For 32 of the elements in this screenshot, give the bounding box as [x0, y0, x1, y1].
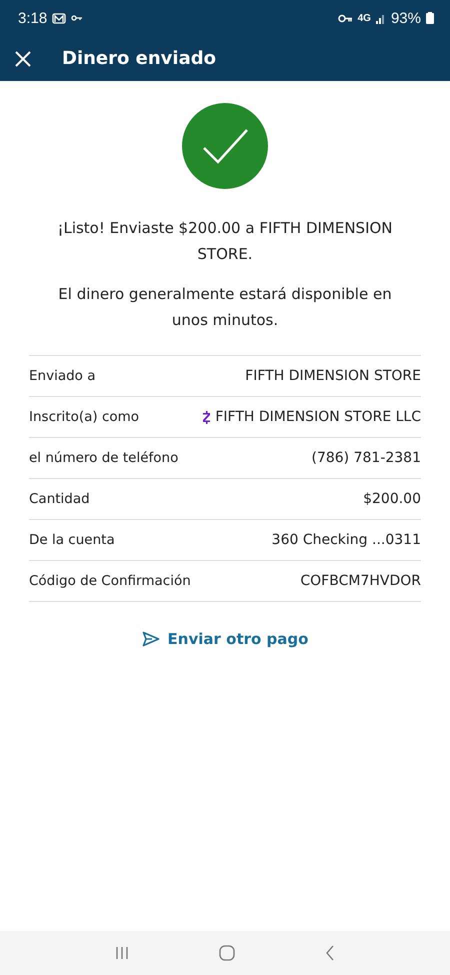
detail-label: el número de teléfono — [29, 450, 178, 466]
availability-note: El dinero generalmente estará disponible en unos minutos. — [57, 284, 393, 331]
back-icon[interactable] — [325, 945, 335, 961]
network-type: 4G — [358, 12, 371, 24]
mail-icon — [52, 12, 66, 24]
clock: 3:18 — [18, 10, 48, 26]
screen-title: Dinero enviado — [62, 48, 216, 69]
detail-label: De la cuenta — [29, 532, 115, 548]
home-icon[interactable] — [219, 945, 235, 961]
send-icon — [142, 631, 160, 647]
detail-value: COFBCM7HVDOR — [300, 573, 421, 589]
send-another-payment-link[interactable]: Enviar otro pago — [138, 626, 312, 652]
confirmation-message: ¡Listo! Enviaste $200.00 a FIFTH DIMENSION STORE. — [56, 218, 394, 265]
recent-apps-icon[interactable] — [115, 946, 129, 960]
success-check-icon — [182, 103, 268, 189]
detail-label: Código de Confirmación — [29, 573, 191, 589]
detail-value: FIFTH DIMENSION STORE LLC — [215, 409, 421, 425]
key-icon — [71, 14, 84, 22]
close-icon — [14, 50, 32, 68]
detail-value: 360 Checking ...0311 — [272, 532, 421, 548]
battery-level: 93% — [390, 10, 421, 26]
detail-value: FIFTH DIMENSION STORE — [245, 368, 421, 384]
detail-label: Inscrito(a) como — [29, 409, 140, 425]
key-icon — [338, 14, 353, 22]
close-button[interactable] — [14, 50, 32, 68]
battery-icon — [426, 12, 434, 24]
detail-value: $200.00 — [363, 491, 421, 507]
zelle-logo-icon — [202, 410, 212, 424]
detail-value: (786) 781-2381 — [312, 450, 421, 466]
detail-label: Enviado a — [29, 368, 96, 384]
signal-icon — [376, 12, 386, 24]
detail-label: Cantidad — [29, 491, 90, 507]
